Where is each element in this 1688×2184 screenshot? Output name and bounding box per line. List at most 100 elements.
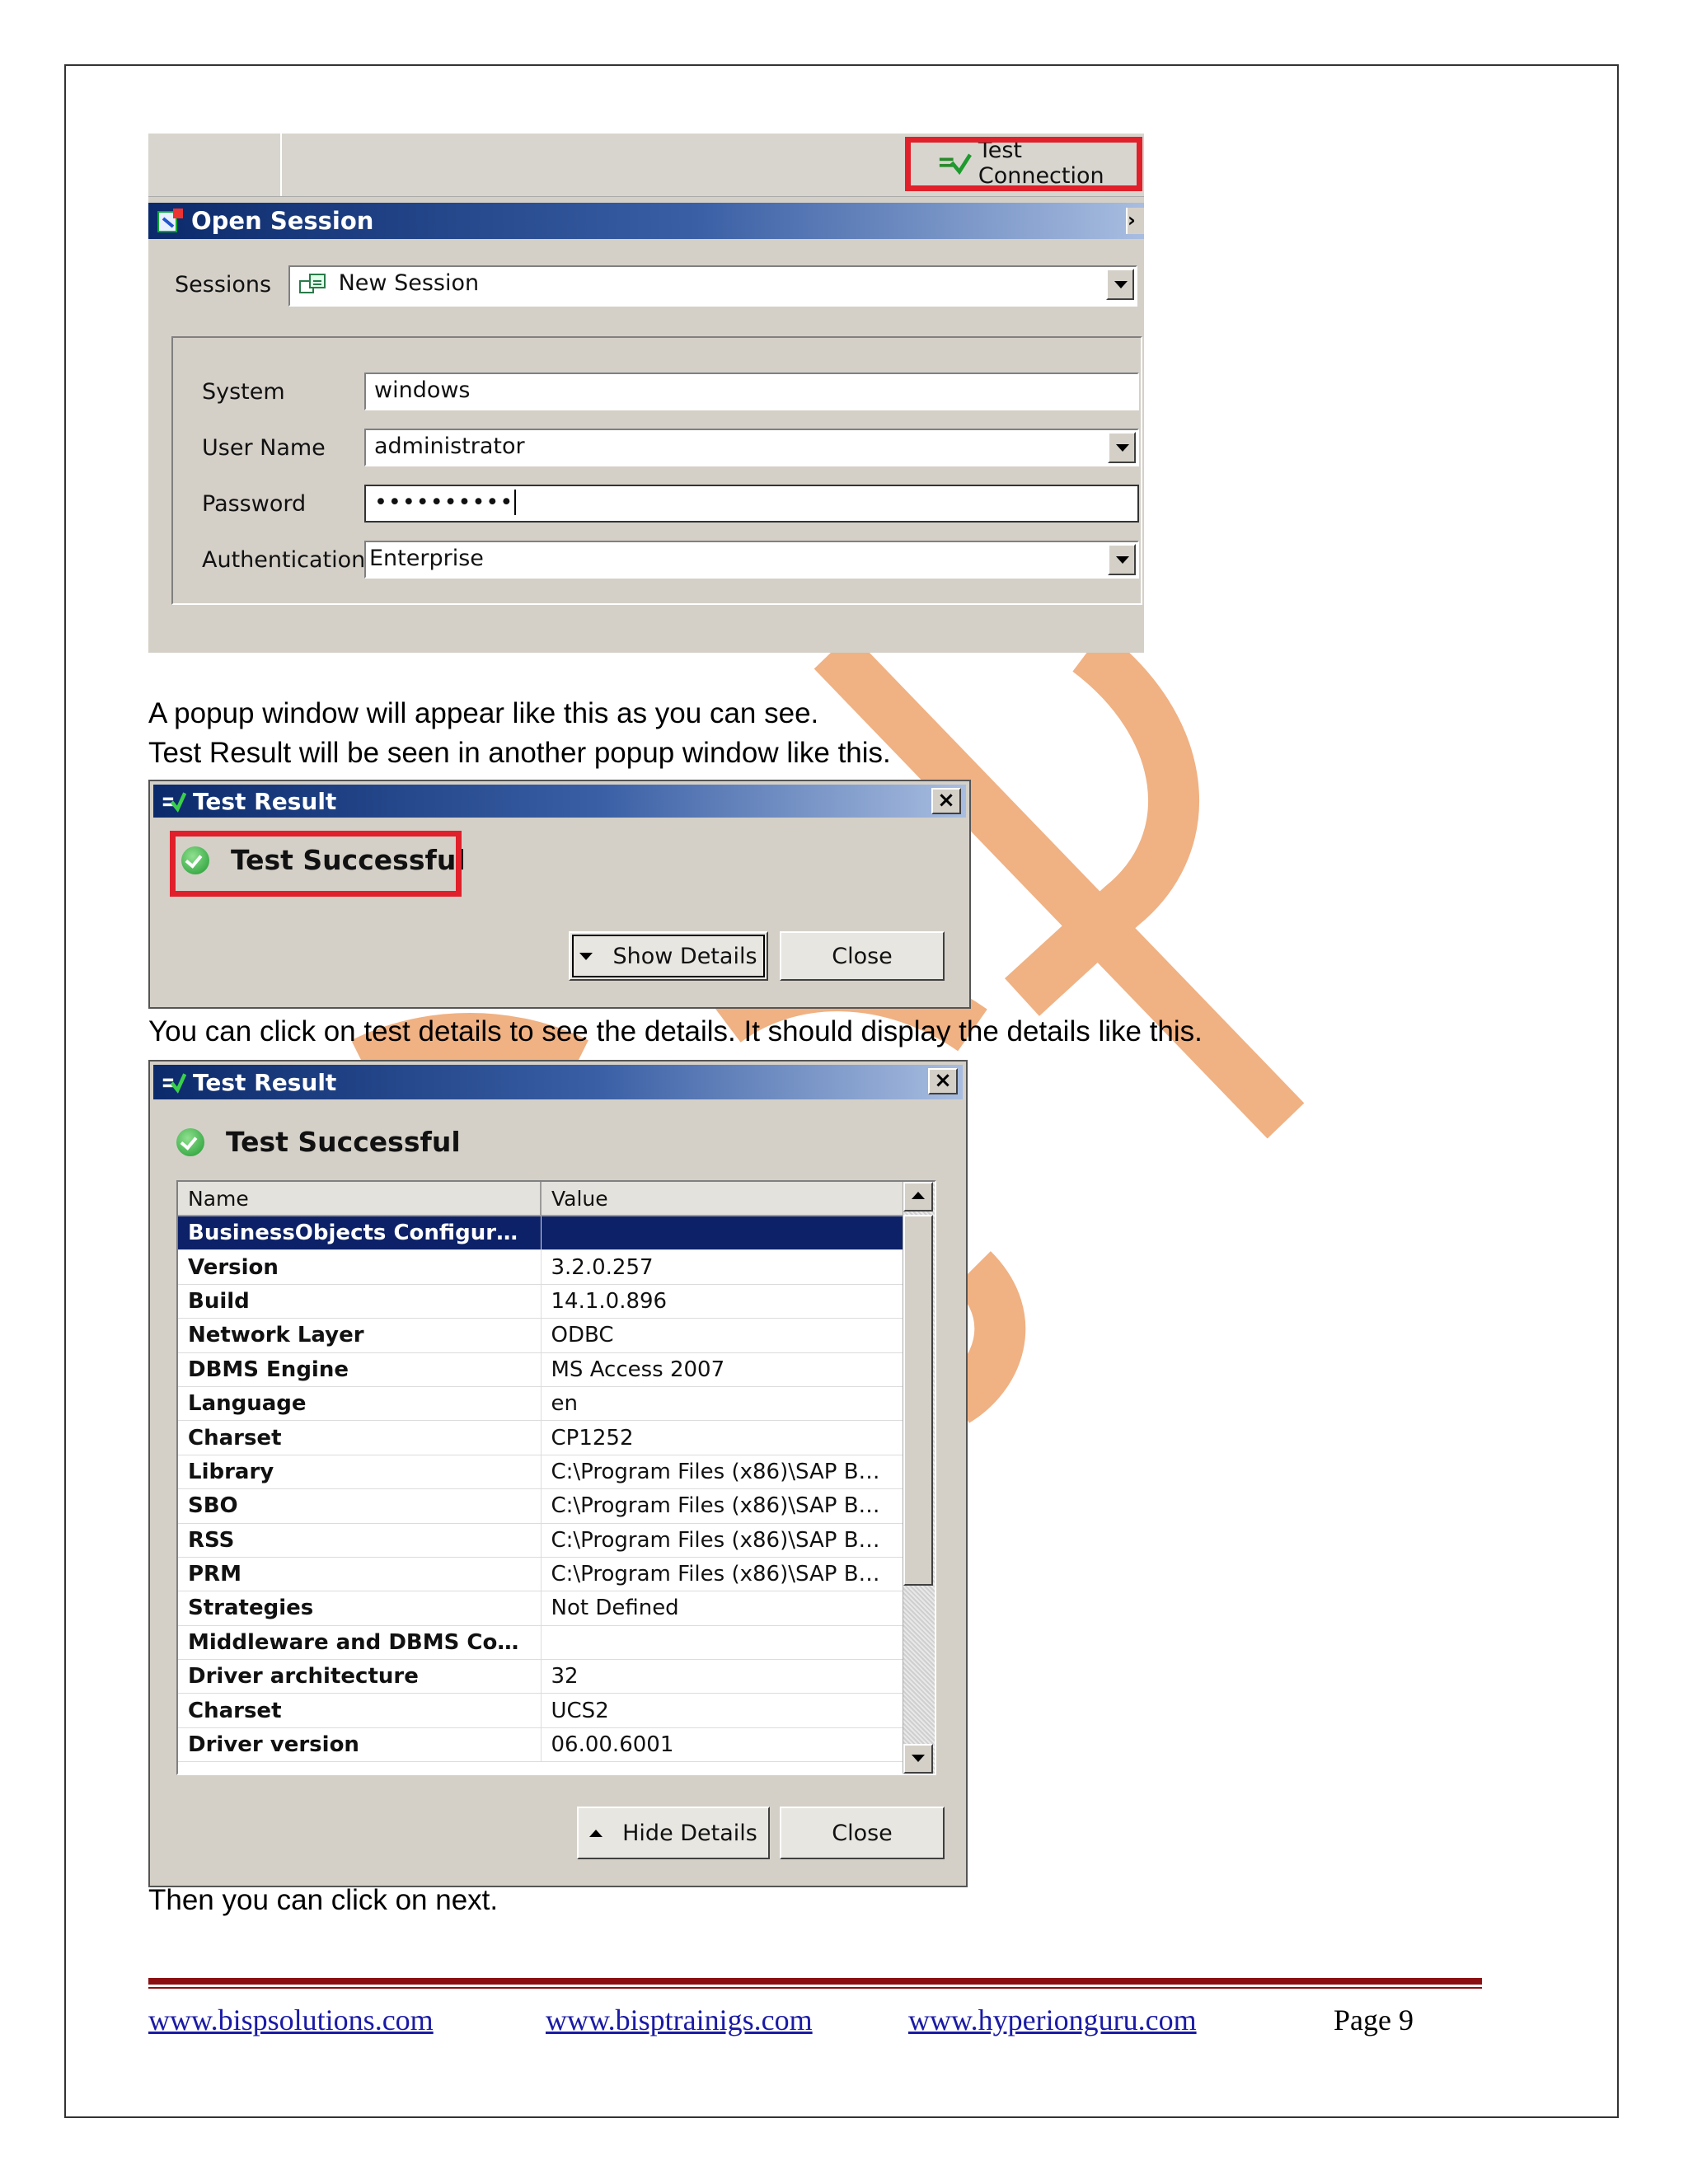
- footer-link-bispsolutions[interactable]: www.bispsolutions.com: [148, 2003, 434, 2037]
- open-session-icon: [157, 209, 183, 232]
- row-name-cell: DBMS Engine: [178, 1352, 542, 1387]
- table-row[interactable]: RSS C:\Program Files (x86)\SAP Bus...: [178, 1523, 904, 1558]
- user-name-dropdown[interactable]: administrator: [364, 429, 1139, 466]
- table-row[interactable]: BusinessObjects Configurati...: [178, 1216, 904, 1251]
- system-input[interactable]: windows: [364, 373, 1139, 410]
- sessions-value: New Session: [338, 270, 480, 296]
- user-name-dropdown-arrow[interactable]: [1108, 432, 1136, 463]
- footer-rule-thin: [148, 1987, 1482, 1989]
- scroll-thumb[interactable]: [903, 1215, 933, 1586]
- column-header-name[interactable]: Name: [178, 1182, 542, 1216]
- row-value-cell: 3.2.0.257: [541, 1249, 904, 1285]
- password-label: Password: [202, 491, 307, 517]
- hide-details-label: Hide Details: [622, 1820, 757, 1846]
- row-name-cell: Middleware and DBMS Confi...: [178, 1625, 542, 1661]
- row-value-cell: ODBC: [541, 1318, 904, 1353]
- show-details-button[interactable]: Show Details: [569, 931, 768, 981]
- table-row[interactable]: Strategies Not Defined: [178, 1591, 904, 1626]
- open-session-titlebar: Open Session: [148, 203, 1144, 239]
- user-name-label: User Name: [202, 435, 326, 461]
- table-row[interactable]: PRM C:\Program Files (x86)\SAP Bus...: [178, 1557, 904, 1592]
- table-row[interactable]: Driver version 06.00.6001: [178, 1727, 904, 1763]
- table-row[interactable]: Network Layer ODBC: [178, 1318, 904, 1353]
- row-name-cell: RSS: [178, 1523, 542, 1558]
- open-session-close-partial[interactable]: ›: [1126, 208, 1144, 234]
- row-value-cell: Not Defined: [541, 1591, 904, 1626]
- test-result-icon: [162, 792, 186, 813]
- hide-details-button[interactable]: Hide Details: [577, 1807, 770, 1859]
- success-check-icon-2: [176, 1127, 204, 1156]
- authentication-dropdown-arrow[interactable]: [1108, 544, 1136, 575]
- password-input[interactable]: ••••••••••: [364, 485, 1139, 523]
- sessions-dropdown[interactable]: New Session: [288, 265, 1137, 307]
- test-result-details-dialog: Test Result × Test Successful Name Value…: [148, 1060, 968, 1887]
- highlight-test-connection: [905, 137, 1142, 191]
- test-result-details-status: Test Successful: [176, 1126, 461, 1158]
- paragraph-2: Test Result will be seen in another popu…: [148, 737, 891, 769]
- row-name-cell: Language: [178, 1386, 542, 1422]
- row-name-cell: Charset: [178, 1420, 542, 1455]
- sessions-dropdown-arrow[interactable]: [1106, 269, 1134, 300]
- user-name-value: administrator: [374, 434, 525, 459]
- footer-link-bisptrainigs[interactable]: www.bisptrainigs.com: [546, 2003, 813, 2037]
- table-row[interactable]: SBO C:\Program Files (x86)\SAP Bus...: [178, 1488, 904, 1524]
- expand-arrow-icon: [579, 952, 593, 960]
- table-row[interactable]: Charset UCS2: [178, 1693, 904, 1728]
- test-result-titlebar: Test Result: [153, 785, 966, 818]
- table-row[interactable]: DBMS Engine MS Access 2007: [178, 1352, 904, 1387]
- table-row[interactable]: Middleware and DBMS Confi...: [178, 1625, 904, 1661]
- test-result-details-icon: [162, 1073, 186, 1094]
- page-number: Page 9: [1334, 2004, 1414, 2036]
- collapse-arrow-icon: [589, 1829, 603, 1837]
- row-value-cell: C:\Program Files (x86)\SAP Bus...: [541, 1557, 904, 1592]
- row-name-cell: Charset: [178, 1693, 542, 1728]
- row-name-cell: Driver version: [178, 1727, 542, 1763]
- open-session-title: Open Session: [191, 207, 374, 235]
- test-result-details-titlebar: Test Result: [153, 1065, 963, 1099]
- row-value-cell: [541, 1216, 904, 1251]
- details-table[interactable]: Name Value BusinessObjects Configurati..…: [176, 1180, 936, 1775]
- row-value-cell: en: [541, 1386, 904, 1422]
- row-value-cell: 14.1.0.896: [541, 1284, 904, 1319]
- close-button-1[interactable]: Close: [780, 931, 945, 981]
- row-name-cell: SBO: [178, 1488, 542, 1524]
- row-value-cell: UCS2: [541, 1693, 904, 1728]
- row-name-cell: Version: [178, 1249, 542, 1285]
- authentication-dropdown[interactable]: Enterprise: [364, 541, 1139, 579]
- system-label: System: [202, 379, 285, 405]
- row-name-cell: PRM: [178, 1557, 542, 1592]
- table-row[interactable]: Version 3.2.0.257: [178, 1249, 904, 1285]
- table-row[interactable]: Library C:\Program Files (x86)\SAP Bus...: [178, 1455, 904, 1490]
- row-value-cell: MS Access 2007: [541, 1352, 904, 1387]
- row-name-cell: Driver architecture: [178, 1659, 542, 1694]
- test-result-details-title: Test Result: [193, 1068, 337, 1096]
- authentication-value: Enterprise: [369, 546, 484, 571]
- test-result-close-icon[interactable]: ×: [931, 788, 961, 814]
- test-result-details-status-text: Test Successful: [226, 1126, 461, 1158]
- table-row[interactable]: Language en: [178, 1386, 904, 1422]
- table-row[interactable]: Driver architecture 32: [178, 1659, 904, 1694]
- row-value-cell: [541, 1625, 904, 1661]
- row-name-cell: Network Layer: [178, 1318, 542, 1353]
- open-session-screenshot: Test Connection Open Session › Sessions …: [148, 134, 1144, 653]
- row-value-cell: 06.00.6001: [541, 1727, 904, 1763]
- test-result-details-close-icon[interactable]: ×: [928, 1068, 958, 1094]
- show-details-label: Show Details: [612, 943, 757, 969]
- close-button-2[interactable]: Close: [780, 1807, 945, 1859]
- scroll-down-button[interactable]: [903, 1744, 933, 1774]
- scroll-up-button[interactable]: [903, 1182, 933, 1212]
- details-scrollbar[interactable]: [903, 1182, 935, 1774]
- test-result-title: Test Result: [193, 787, 337, 815]
- table-row[interactable]: Build 14.1.0.896: [178, 1284, 904, 1319]
- row-name-cell: BusinessObjects Configurati...: [178, 1216, 542, 1251]
- sessions-label: Sessions: [175, 272, 272, 298]
- footer-rule-thick: [148, 1978, 1482, 1985]
- column-header-value[interactable]: Value: [541, 1182, 904, 1216]
- session-icon: [299, 273, 326, 293]
- paragraph-3: You can click on test details to see the…: [148, 1015, 1203, 1047]
- paragraph-1: A popup window will appear like this as …: [148, 697, 819, 729]
- row-name-cell: Strategies: [178, 1591, 542, 1626]
- table-row[interactable]: Charset CP1252: [178, 1420, 904, 1455]
- paragraph-4: Then you can click on next.: [148, 1884, 499, 1916]
- footer-link-hyperionguru[interactable]: www.hyperionguru.com: [908, 2003, 1197, 2037]
